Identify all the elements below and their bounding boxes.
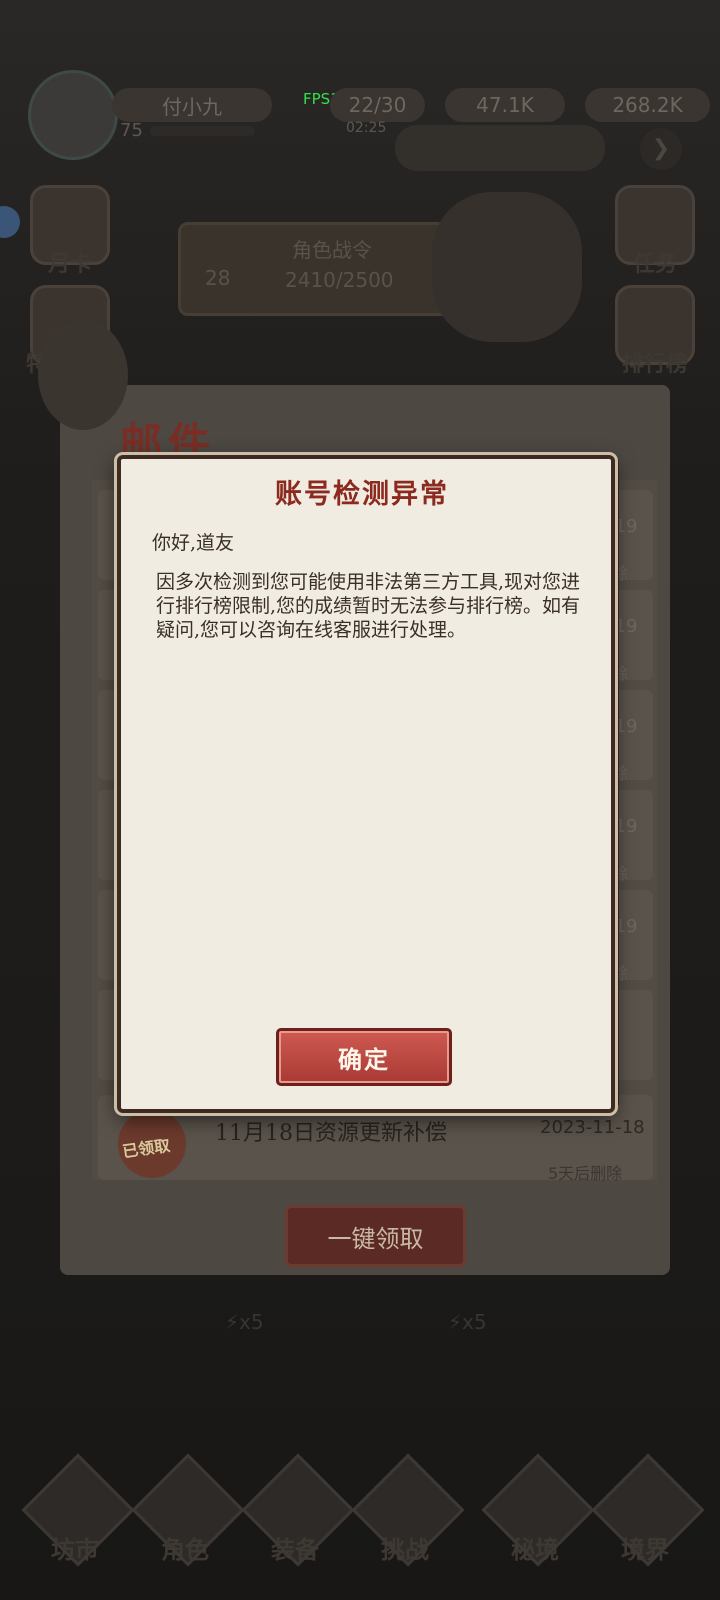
arrow-right-icon[interactable]: ❯ xyxy=(640,128,682,170)
claim-all-button[interactable]: 一键领取 xyxy=(285,1205,466,1267)
hud-tool-bar xyxy=(395,125,605,171)
confirm-button[interactable]: 确定 xyxy=(276,1028,452,1086)
nav-market-label: 坊市 xyxy=(51,1535,99,1564)
nav-equipment-label: 装备 xyxy=(271,1535,319,1564)
player-name: 付小九 xyxy=(112,88,272,122)
battle-pass-level: 28 xyxy=(205,266,231,290)
task-label: 任务 xyxy=(632,251,677,277)
currency-1-display[interactable]: 47.1K xyxy=(445,88,565,122)
energy-timer: 02:25 xyxy=(346,120,387,136)
monthly-card-label: 月卡 xyxy=(47,251,92,277)
player-avatar[interactable] xyxy=(28,70,118,160)
dialog-greeting: 你好,道友 xyxy=(152,532,235,554)
mail-row-date: 2023-11-18 xyxy=(540,1117,645,1138)
dialog-title: 账号检测异常 xyxy=(275,479,449,510)
mail-ornament xyxy=(38,320,128,430)
character-illustration xyxy=(432,192,582,342)
nav-secret-realm-label: 秘境 xyxy=(511,1535,559,1564)
battle-pass-progress: 2410/2500 xyxy=(285,268,394,292)
nav-challenge-label: 挑战 xyxy=(381,1535,429,1564)
nav-character-label: 角色 xyxy=(161,1535,209,1564)
mail-row-title: 11月18日资源更新补偿 xyxy=(215,1121,447,1146)
currency-2-display[interactable]: 268.2K xyxy=(585,88,710,122)
leaderboard-label: 排行榜 xyxy=(621,351,688,377)
stamina-tag: ⚡x5 xyxy=(225,1310,264,1334)
dialog-body: 因多次检测到您可能使用非法第三方工具,现对您进行排行榜限制,您的成绩暂时无法参与… xyxy=(156,571,581,641)
player-level: 75 xyxy=(120,120,143,141)
stamina-tag: ⚡x5 xyxy=(448,1310,487,1334)
exp-bar xyxy=(150,126,255,136)
nav-realm-label: 境界 xyxy=(621,1535,669,1564)
battle-pass-title: 角色战令 xyxy=(292,238,372,262)
mail-row-delete-note: 5天后删除 xyxy=(548,1164,623,1183)
energy-display[interactable]: 22/30 xyxy=(330,88,425,122)
